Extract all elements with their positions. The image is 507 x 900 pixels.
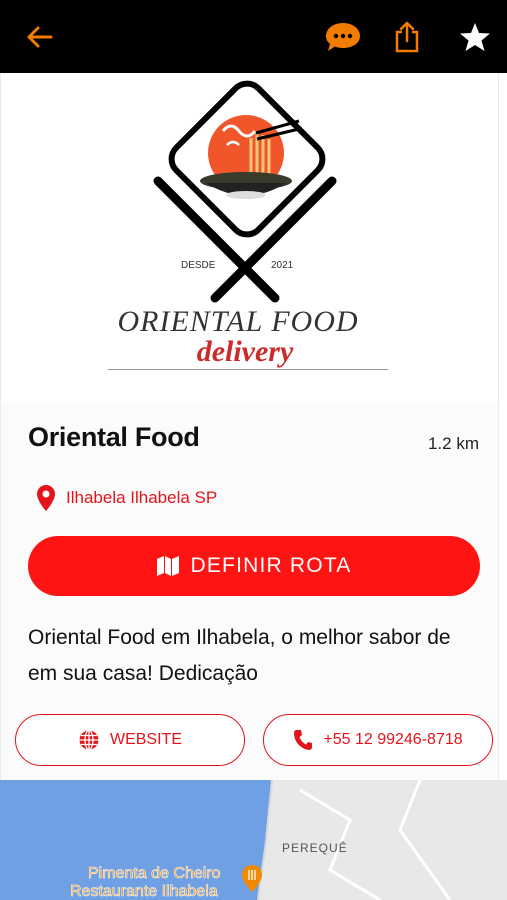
restaurant-logo: DESDE 2021 ORIENTAL FOOD delivery (1, 73, 498, 403)
map-poi-name: Pimenta de Cheiro (88, 865, 221, 882)
define-route-button[interactable]: DEFINIR ROTA (28, 536, 480, 596)
logo-graphic: DESDE 2021 ORIENTAL FOOD delivery (117, 80, 358, 368)
star-icon (460, 23, 490, 51)
website-button[interactable]: WEBSITE (15, 714, 245, 766)
map-pin-icon (37, 485, 55, 511)
route-label: DEFINIR ROTA (190, 554, 352, 577)
globe-icon (79, 729, 99, 751)
map-icon (157, 556, 180, 576)
logo-brand-line1: ORIENTAL FOOD (117, 305, 358, 338)
chat-button[interactable] (320, 14, 366, 60)
place-distance: 1.2 km (427, 434, 479, 453)
place-location: Ilhabela Ilhabela SP (36, 484, 217, 512)
arrow-left-icon (27, 26, 53, 48)
chat-bubble-icon (326, 23, 360, 51)
favorite-button[interactable] (452, 14, 498, 60)
share-icon (395, 21, 419, 53)
back-button[interactable] (16, 14, 62, 60)
place-name: Oriental Food (28, 422, 200, 452)
location-text: Ilhabela Ilhabela SP (66, 488, 218, 507)
logo-divider (108, 369, 388, 370)
logo-brand-line2: delivery (197, 335, 294, 368)
website-label: WEBSITE (109, 731, 182, 748)
phone-label: +55 12 99246-8718 (323, 731, 463, 748)
logo-year: 2021 (271, 260, 294, 271)
place-description: Oriental Food em Ilhabela, o melhor sabo… (28, 626, 451, 685)
map-graphic: PEREQUÊ Pimenta de Cheiro Restaurante Il… (0, 780, 507, 900)
share-button[interactable] (384, 14, 430, 60)
logo-since: DESDE (181, 260, 216, 271)
map-poi-subtitle: Restaurante Ilhabela (70, 883, 218, 900)
phone-icon (294, 730, 313, 750)
map-preview[interactable]: PEREQUÊ Pimenta de Cheiro Restaurante Il… (0, 780, 507, 900)
map-area-label: PEREQUÊ (282, 840, 348, 855)
phone-button[interactable]: +55 12 99246-8718 (263, 714, 493, 766)
top-bar (0, 0, 507, 73)
